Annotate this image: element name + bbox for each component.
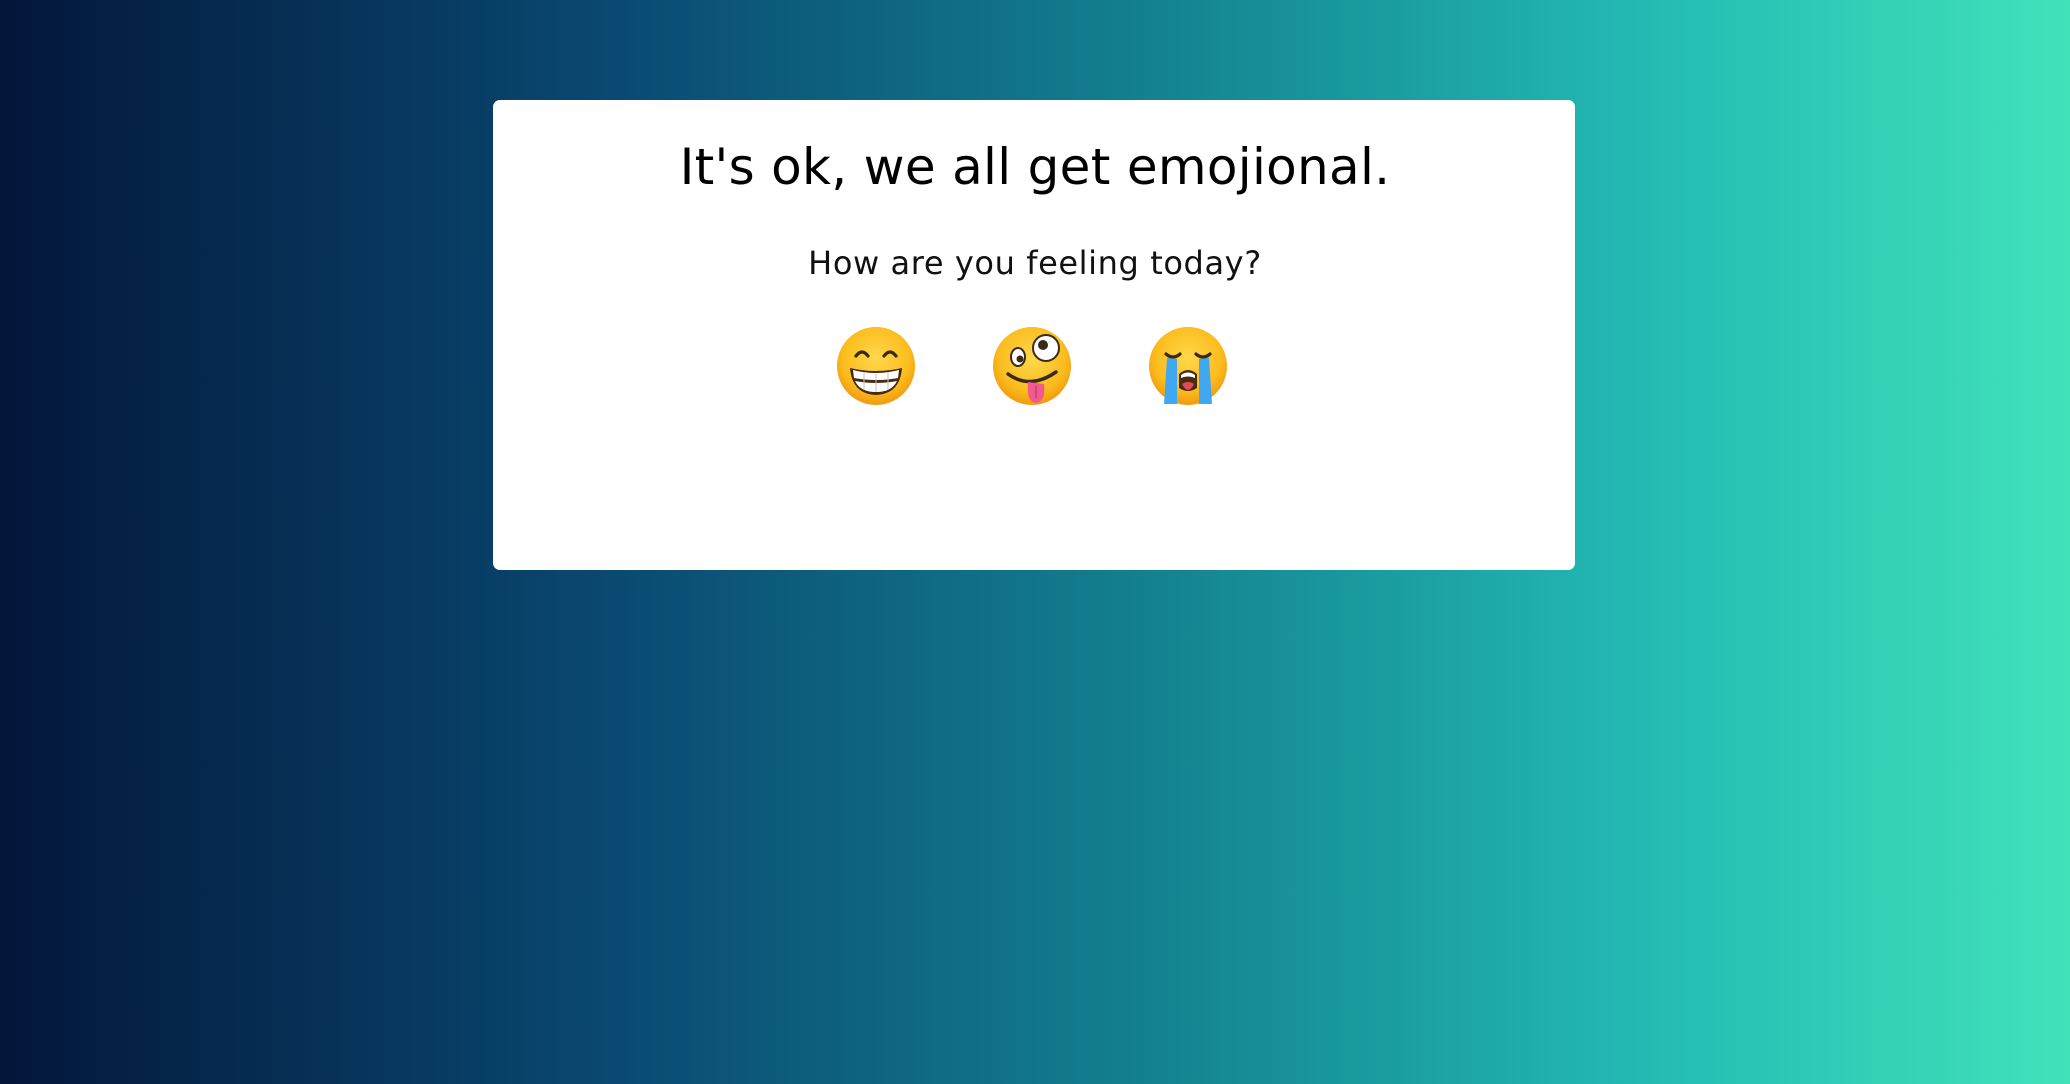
happy-emoji-button[interactable] (834, 324, 918, 408)
feeling-prompt: How are you feeling today? (808, 244, 1262, 282)
emoji-options (0, 324, 2070, 408)
zany-face-icon (993, 327, 1071, 405)
zany-emoji-button[interactable] (990, 324, 1074, 408)
page-title: It's ok, we all get emojional. (679, 138, 1391, 196)
grinning-face-with-smiling-eyes-icon (837, 327, 915, 405)
sad-emoji-button[interactable] (1146, 324, 1230, 408)
loudly-crying-face-icon (1149, 327, 1227, 405)
